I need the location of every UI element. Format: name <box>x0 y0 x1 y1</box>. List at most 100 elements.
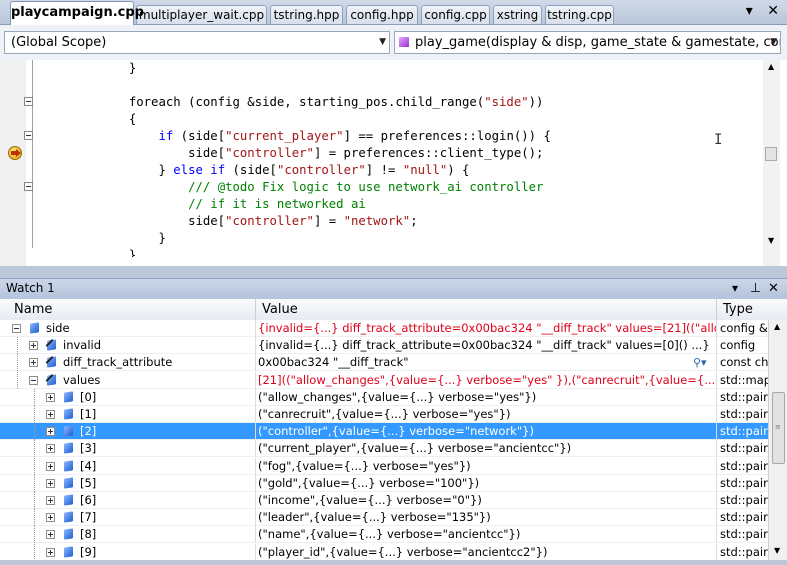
object-icon <box>64 494 73 506</box>
watch-row[interactable]: invalid {invalid={...} diff_track_attribu… <box>0 337 768 355</box>
watch-value[interactable]: {invalid={...} diff_track_attribute=0x00… <box>258 337 716 354</box>
navigation-bar: (Global Scope) ▼ play_game(display & dis… <box>0 25 787 61</box>
close-document-icon[interactable]: ✕ <box>767 3 779 19</box>
scroll-thumb[interactable] <box>765 147 777 161</box>
scroll-up-icon[interactable]: ▲ <box>768 62 774 71</box>
expand-icon[interactable] <box>46 461 55 471</box>
watch-vertical-scrollbar[interactable]: ▲ ≡ ▼ <box>768 320 787 560</box>
watch-value[interactable]: 0x00bac324 "__diff_track" <box>258 354 716 371</box>
scope-combo[interactable]: (Global Scope) ▼ <box>4 31 390 54</box>
watch-value[interactable]: ("gold",{value={...} verbose="100"}) <box>258 475 716 492</box>
column-divider <box>716 337 717 355</box>
column-header-name[interactable]: Name <box>8 299 256 320</box>
watch-row[interactable]: [9] ("player_id",{value={...} verbose="an… <box>0 543 768 560</box>
watch-value[interactable]: ("leader",{value={...} verbose="135"}) <box>258 509 716 526</box>
tree-line <box>34 526 36 544</box>
scroll-down-icon[interactable]: ▼ <box>774 546 780 555</box>
watch-name: invalid <box>63 338 102 353</box>
tab-config-cpp[interactable]: config.cpp <box>421 5 490 24</box>
watch-name-cell: [9] <box>0 543 256 560</box>
column-divider <box>255 406 256 423</box>
panel-splitter[interactable] <box>0 266 787 278</box>
watch-row[interactable]: [1] ("canrecruit",{value={...} verbose="y… <box>0 406 768 423</box>
code-editor[interactable]: } foreach (config &side, starting_pos.ch… <box>0 60 787 327</box>
tab-xstring[interactable]: xstring <box>493 5 542 24</box>
watch-type: config & <box>720 321 768 335</box>
expand-icon[interactable] <box>46 496 55 505</box>
watch-row[interactable]: [8] ("name",{value={...} verbose="ancient… <box>0 526 768 544</box>
tab-list-dropdown-icon[interactable]: ▾ <box>746 3 753 19</box>
watch-row[interactable]: [2] ("controller",{value={...} verbose="n… <box>0 423 768 441</box>
code-comment: /// @todo Fix logic to use network_ai co… <box>188 180 544 194</box>
editor-vertical-scrollbar[interactable]: ▲ ▼ <box>763 60 780 249</box>
watch-rows: side {invalid={...} diff_track_attribute=… <box>0 320 768 560</box>
close-watch-icon[interactable]: ✕ <box>768 279 779 298</box>
collapse-icon[interactable] <box>12 324 21 333</box>
tree-line <box>34 457 36 475</box>
expand-icon[interactable] <box>29 358 38 368</box>
column-divider <box>716 457 717 475</box>
watch-name: [8] <box>80 527 97 542</box>
auto-hide-pin-icon[interactable]: ⊥ <box>750 279 761 298</box>
function-combo[interactable]: play_game(display & disp, game_state & g… <box>394 31 781 54</box>
column-divider <box>255 337 256 355</box>
watch-name-cell: [3] <box>0 440 256 458</box>
expand-icon[interactable] <box>46 444 55 454</box>
expand-icon[interactable] <box>46 478 55 488</box>
expand-icon[interactable] <box>46 410 55 419</box>
watch-name-cell: [6] <box>0 492 256 509</box>
watch-value[interactable]: ("name",{value={...} verbose="ancientcc"… <box>258 526 716 543</box>
watch-name: [7] <box>80 510 97 525</box>
expand-icon[interactable] <box>46 392 55 402</box>
tab-playcampaign-cpp[interactable]: playcampaign.cpp <box>10 1 144 25</box>
indicator-margin[interactable] <box>0 60 26 266</box>
scroll-down-icon[interactable]: ▼ <box>768 236 774 245</box>
watch-value[interactable]: ("allow_changes",{value={...} verbose="y… <box>258 389 716 406</box>
watch-value[interactable]: ("income",{value={...} verbose="0"}) <box>258 492 716 509</box>
column-header-value[interactable]: Value <box>256 299 717 320</box>
watch-row[interactable]: [7] ("leader",{value={...} verbose="135"}… <box>0 509 768 527</box>
watch-name: [1] <box>80 407 97 421</box>
tab-config-hpp[interactable]: config.hpp <box>346 5 418 24</box>
tab-multiplayer-wait-cpp[interactable]: multiplayer_wait.cpp <box>136 5 267 24</box>
watch-row[interactable]: [6] ("income",{value={...} verbose="0"}) s… <box>0 492 768 509</box>
watch-row[interactable]: [3] ("current_player",{value={...} verbos… <box>0 440 768 458</box>
code-text-segment <box>40 180 188 194</box>
tab-tstring-cpp[interactable]: tstring.cpp <box>545 5 614 24</box>
watch-value[interactable]: ("player_id",{value={...} verbose="ancie… <box>258 544 716 560</box>
watch-value[interactable]: ("controller",{value={...} verbose="netw… <box>258 423 716 440</box>
expand-icon[interactable] <box>46 513 55 523</box>
watch-value[interactable]: ("fog",{value={...} verbose="yes"}) <box>258 458 716 475</box>
expand-icon[interactable] <box>29 341 38 351</box>
expand-icon[interactable] <box>46 427 55 437</box>
code-string: "controller" <box>225 214 314 228</box>
watch-value[interactable]: ("canrecruit",{value={...} verbose="yes"… <box>258 406 716 423</box>
watch-row[interactable]: [5] ("gold",{value={...} verbose="100"}) s… <box>0 474 768 492</box>
watch-row[interactable]: side {invalid={...} diff_track_attribute=… <box>0 320 768 337</box>
text-cursor-icon: I <box>714 132 723 148</box>
window-position-dropdown-icon[interactable]: ▾ <box>732 279 738 298</box>
watch-scroll-thumb[interactable]: ≡ <box>772 392 785 464</box>
watch-type: config <box>720 338 756 353</box>
code-line: } <box>40 247 136 257</box>
watch-name-cell: [8] <box>0 526 256 544</box>
watch-row[interactable]: [4] ("fog",{value={...} verbose="yes"}) st… <box>0 457 768 475</box>
collapse-foreach-icon[interactable] <box>24 97 33 106</box>
watch-value[interactable]: ("current_player",{value={...} verbose="… <box>258 440 716 457</box>
watch-row[interactable]: [0] ("allow_changes",{value={...} verbose… <box>0 388 768 406</box>
watch-row[interactable]: values [21](("allow_changes",{value={...}… <box>0 371 768 389</box>
expand-icon[interactable] <box>46 547 55 557</box>
watch-row[interactable]: diff_track_attribute 0x00bac324 "__diff_t… <box>0 354 768 372</box>
code-text-segment: { <box>40 112 137 126</box>
collapse-if-icon[interactable] <box>24 131 33 140</box>
tab-tstring-hpp[interactable]: tstring.hpp <box>270 5 343 24</box>
expand-icon[interactable] <box>46 530 55 540</box>
text-visualizer-magnifier-icon[interactable]: ⚲▾ <box>693 354 707 371</box>
scroll-up-icon[interactable]: ▲ <box>774 322 780 331</box>
column-header-type[interactable]: Type <box>717 299 787 320</box>
collapse-icon[interactable] <box>29 375 38 385</box>
collapse-else-icon[interactable] <box>24 182 33 191</box>
watch-name: side <box>46 321 70 335</box>
watch-value[interactable]: [21](("allow_changes",{value={...} verbo… <box>258 372 716 389</box>
watch-value[interactable]: {invalid={...} diff_track_attribute=0x00… <box>258 320 716 337</box>
